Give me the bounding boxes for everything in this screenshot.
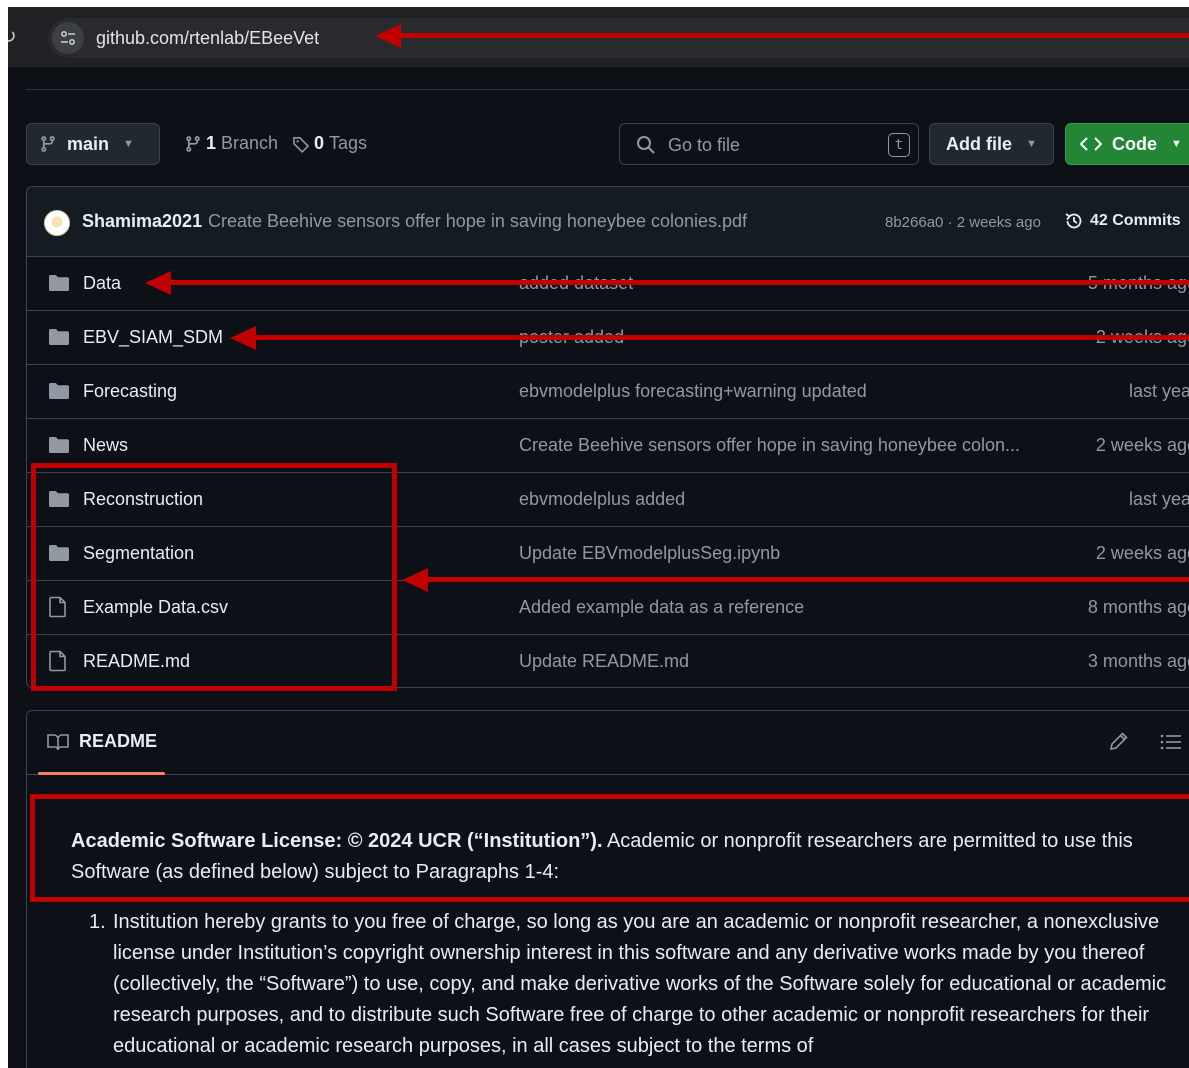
tags-link[interactable]: 0 Tags [292, 133, 367, 154]
file-commit-message[interactable]: Update README.md [519, 651, 689, 672]
history-icon [1065, 213, 1082, 229]
search-icon [637, 136, 655, 154]
reload-icon[interactable]: ↻ [8, 24, 17, 49]
file-commit-message[interactable]: Update EBVmodelplusSeg.ipynb [519, 543, 780, 564]
file-date: 2 weeks ago [1095, 543, 1189, 563]
add-file-label: Add file [946, 133, 1012, 154]
chevron-down-icon: ▼ [1171, 138, 1182, 150]
latest-commit-row: Shamima2021 Create Beehive sensors offer… [27, 187, 1189, 257]
branch-selector-button[interactable]: main ▼ [26, 123, 160, 165]
file-commit-message[interactable]: ebvmodelplus forecasting+warning updated [519, 381, 867, 402]
file-name[interactable]: Data [83, 273, 121, 294]
code-icon [1080, 137, 1102, 151]
file-date: 3 months ago [1087, 651, 1189, 671]
active-tab-indicator [38, 772, 165, 775]
readme-tab-label: README [79, 731, 158, 751]
branches-count: 1 [206, 133, 217, 153]
readme-header: README [27, 711, 1189, 775]
keyboard-shortcut-hint: t [888, 133, 910, 157]
tags-label: Tags [329, 133, 368, 153]
license-item-1: Institution hereby grants to you free of… [113, 911, 1167, 1057]
folder-icon [49, 437, 69, 453]
add-file-button[interactable]: Add file ▼ [929, 123, 1054, 165]
commit-meta[interactable]: 8b266a0 · 2 weeks ago [885, 214, 1041, 231]
header-divider [26, 89, 1189, 90]
commits-link[interactable]: 42 Commits [1064, 211, 1181, 231]
file-date: last year [1128, 381, 1189, 401]
chevron-down-icon: ▼ [1026, 138, 1037, 150]
code-button[interactable]: Code ▼ [1065, 123, 1189, 165]
annotation-arrow-line [168, 280, 1189, 285]
tag-icon [293, 136, 310, 153]
search-placeholder: Go to file [668, 135, 741, 155]
annotation-box [30, 794, 1189, 902]
file-row[interactable]: Forecasting ebvmodelplus forecasting+war… [27, 365, 1189, 419]
branch-name: main [67, 133, 110, 154]
avatar[interactable] [44, 210, 70, 236]
go-to-file-input[interactable]: Go to file t [619, 123, 919, 165]
annotation-arrowhead [402, 568, 428, 592]
commits-count: 42 Commits [1090, 212, 1181, 229]
annotation-arrow-line [256, 335, 1189, 340]
list-number: 1. [89, 911, 106, 933]
git-branch-icon [41, 136, 55, 152]
url-text[interactable]: github.com/rtenlab/EBeeVet [96, 28, 319, 49]
book-icon [47, 733, 69, 750]
screenshot-stage: ↻ github.com/rtenlab/EBeeVet main ▼ 1 Br… [8, 7, 1189, 1068]
annotation-arrowhead [145, 271, 171, 295]
file-date: last year [1128, 489, 1189, 509]
branches-label: Branch [221, 133, 279, 153]
code-label: Code [1112, 133, 1157, 154]
annotation-arrow-line [426, 577, 1189, 582]
file-date: 8 months ago [1087, 597, 1189, 617]
site-info-icon[interactable] [52, 22, 84, 54]
commit-author[interactable]: Shamima2021 [82, 211, 202, 232]
file-name[interactable]: Forecasting [83, 381, 177, 402]
tags-count: 0 [314, 133, 325, 153]
commit-message[interactable]: Create Beehive sensors offer hope in sav… [208, 211, 747, 232]
annotation-arrow-line [400, 33, 1189, 38]
readme-tab[interactable]: README [47, 731, 157, 752]
folder-icon [49, 329, 69, 345]
annotation-box [31, 463, 397, 691]
list-icon[interactable] [1160, 733, 1182, 751]
file-commit-message[interactable]: Create Beehive sensors offer hope in sav… [519, 435, 1020, 456]
file-name[interactable]: EBV_SIAM_SDM [83, 327, 223, 348]
file-commit-message[interactable]: ebvmodelplus added [519, 489, 685, 510]
annotation-arrowhead [230, 326, 256, 350]
address-bar[interactable]: github.com/rtenlab/EBeeVet [48, 18, 1189, 58]
annotation-arrowhead [375, 24, 401, 48]
branches-link[interactable]: 1 Branch [184, 133, 278, 154]
file-name[interactable]: News [83, 435, 128, 456]
chevron-down-icon: ▼ [123, 138, 134, 150]
folder-icon [49, 275, 69, 291]
file-date: 2 weeks ago [1095, 435, 1189, 455]
pencil-icon[interactable] [1109, 731, 1129, 751]
file-commit-message[interactable]: Added example data as a reference [519, 597, 804, 618]
git-branch-icon [186, 135, 200, 152]
folder-icon [49, 383, 69, 399]
